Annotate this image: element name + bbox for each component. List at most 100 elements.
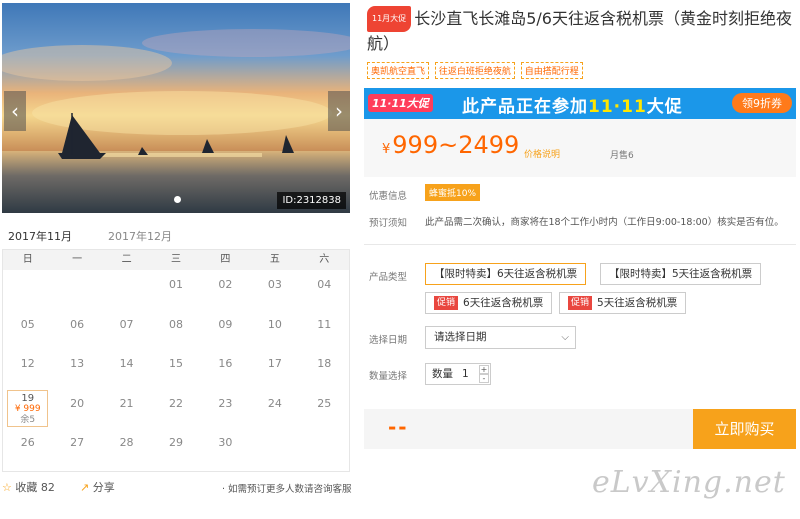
carousel-dot[interactable] <box>174 196 181 203</box>
type-option-5day-sale[interactable]: 【限时特卖】5天往返含税机票 <box>600 263 762 285</box>
promo-banner[interactable]: 11·11大促 此产品正在参加11·11大促 领9折券 <box>364 88 796 119</box>
share-button[interactable]: ↗ 分享 <box>80 479 115 495</box>
calendar-day: 12 <box>20 357 35 370</box>
price-range-value: 999~2499 <box>392 131 520 159</box>
prev-image-button[interactable]: ‹ <box>4 91 26 131</box>
monthly-sold: 月售6 <box>610 151 634 161</box>
weekday-label: 六 <box>319 254 330 265</box>
quantity-prefix: 数量 <box>432 368 453 380</box>
promo-text: 此产品正在参加11·11大促 <box>462 92 683 117</box>
calendar-day: 24 <box>267 396 282 410</box>
calendar-day: 18 <box>317 357 332 370</box>
weekday-label: 二 <box>121 254 132 265</box>
buy-now-button[interactable]: 立即购买 <box>693 409 796 449</box>
type-option-6day[interactable]: 促销 6天往返含税机票 <box>425 292 553 314</box>
weekday-label: 日 <box>22 254 33 265</box>
day-number: 19 <box>21 392 35 404</box>
calendar-day: 03 <box>267 278 282 291</box>
price-range: ¥999~2499 <box>382 131 519 159</box>
quantity-stepper: 数量 1 + - <box>425 363 491 385</box>
share-label: 分享 <box>92 481 115 494</box>
discount-label: 优惠信息 <box>369 191 408 202</box>
calendar-day <box>3 270 52 310</box>
calendar-day: 04 <box>317 278 332 291</box>
calendar-day: 14 <box>119 357 134 370</box>
product-image[interactable]: ‹ › ID:2312838 <box>2 3 350 213</box>
calendar-day: 09 <box>218 317 233 331</box>
weekday-label: 四 <box>220 254 231 265</box>
type-option-label: 5天往返含税机票 <box>597 297 678 309</box>
promo-text-highlight: 11·11 <box>588 97 647 117</box>
buy-bar: -- 立即购买 <box>364 409 796 449</box>
calendar-day: 27 <box>70 436 85 449</box>
calendar-weekday-header: 日一二三四五六 <box>3 250 349 270</box>
tab-month-dec[interactable]: 2017年12月 <box>108 228 172 244</box>
type-option-6day-sale[interactable]: 【限时特卖】6天往返含税机票 <box>425 263 587 285</box>
quantity-decrease-button[interactable]: - <box>479 374 489 383</box>
calendar-day <box>300 428 349 468</box>
calendar-day: 28 <box>119 436 134 449</box>
calendar-day: 30 <box>218 436 233 449</box>
left-column: ‹ › ID:2312838 2017年11月 2017年12月 日 一 二 三 四 五 六… <box>0 0 352 519</box>
sale-tag: 促销 <box>568 296 593 310</box>
discount-badge: 蜂蜜抵10% <box>425 184 481 201</box>
calendar-day: 01 <box>168 278 183 291</box>
calendar-day: 02 <box>218 278 233 291</box>
tag-item: 自由搭配行程 <box>520 62 583 79</box>
promo-logo: 11·11大促 <box>368 94 433 112</box>
quantity-label: 数量选择 <box>369 371 408 382</box>
divider <box>364 244 796 245</box>
day-stock: 余5 <box>20 414 36 425</box>
tag-item: 奥凯航空直飞 <box>367 62 430 79</box>
quantity-input[interactable]: 1 <box>462 364 469 384</box>
notice-text: 此产品需二次确认，商家将在18个工作小时内（工作日9:00-18:00）核实是否… <box>425 217 784 228</box>
day-price: ¥ 999 <box>14 403 41 414</box>
calendar-day: 17 <box>267 357 282 370</box>
calendar-day-available[interactable]: 19 ¥ 999 余5 <box>7 389 49 427</box>
price-note-link[interactable]: 价格说明 <box>524 147 560 160</box>
site-watermark: eLvXing.net <box>592 465 786 500</box>
calendar-day: 26 <box>20 436 35 449</box>
type-option-5day[interactable]: 促销 5天往返含税机票 <box>559 292 687 314</box>
calendar-day: 25 <box>317 396 332 410</box>
calendar-day: 20 <box>70 396 85 410</box>
calendar-day <box>102 270 151 310</box>
calendar-day: 21 <box>119 396 134 410</box>
product-title: 11月大促 长沙直飞长滩岛5/6天往返含税机票（黄金时刻拒绝夜航） <box>367 6 795 56</box>
product-tags: 奥凯航空直飞 往返白班拒绝夜航 自由搭配行程 <box>367 62 586 79</box>
right-column: 11月大促 长沙直飞长滩岛5/6天往返含税机票（黄金时刻拒绝夜航） 奥凯航空直飞 … <box>364 0 800 519</box>
calendar-day: 10 <box>267 317 282 331</box>
calendar-day: 08 <box>168 317 183 331</box>
month-tabs: 2017年11月 2017年12月 <box>2 222 350 252</box>
calendar-day: 06 <box>70 317 85 331</box>
tab-month-nov[interactable]: 2017年11月 <box>8 228 72 252</box>
date-select-value: 请选择日期 <box>434 331 487 343</box>
currency-symbol: ¥ <box>382 142 391 157</box>
calendar-day: 15 <box>168 357 183 370</box>
consult-text: · 如需预订更多人数请咨询客服 <box>222 484 352 495</box>
favorite-count: 82 <box>40 481 55 494</box>
calendar-day: 23 <box>218 396 233 410</box>
date-select[interactable]: 请选择日期 ⌵ <box>425 326 576 349</box>
weekday-label: 五 <box>269 254 280 265</box>
favorite-button[interactable]: ☆ 收藏 82 <box>2 479 55 495</box>
sunset-sea-image <box>2 3 350 213</box>
product-type-label: 产品类型 <box>369 272 408 283</box>
calendar-day: 11 <box>317 317 332 331</box>
coupon-button[interactable]: 领9折券 <box>732 93 792 113</box>
promo-text-suffix: 大促 <box>646 97 683 117</box>
calendar-day: 29 <box>168 436 183 449</box>
calendar-grid: 01 02 03 04 05 06 07 08 09 10 11 12 13 14 15 16 17 18 19 ¥ … <box>3 270 349 468</box>
sale-tag: 促销 <box>434 296 459 310</box>
calendar-day <box>250 428 299 468</box>
calendar-day: 05 <box>20 317 35 331</box>
notice-label: 预订须知 <box>369 218 408 229</box>
next-image-button[interactable]: › <box>328 91 350 131</box>
calendar-day: 07 <box>119 317 134 331</box>
weekday-label: 三 <box>170 254 181 265</box>
calendar-day: 16 <box>218 357 233 370</box>
star-icon: ☆ <box>2 481 12 494</box>
product-title-text: 长沙直飞长滩岛5/6天往返含税机票（黄金时刻拒绝夜航） <box>367 9 792 53</box>
favorite-label: 收藏 <box>15 481 38 494</box>
quantity-increase-button[interactable]: + <box>479 365 489 374</box>
